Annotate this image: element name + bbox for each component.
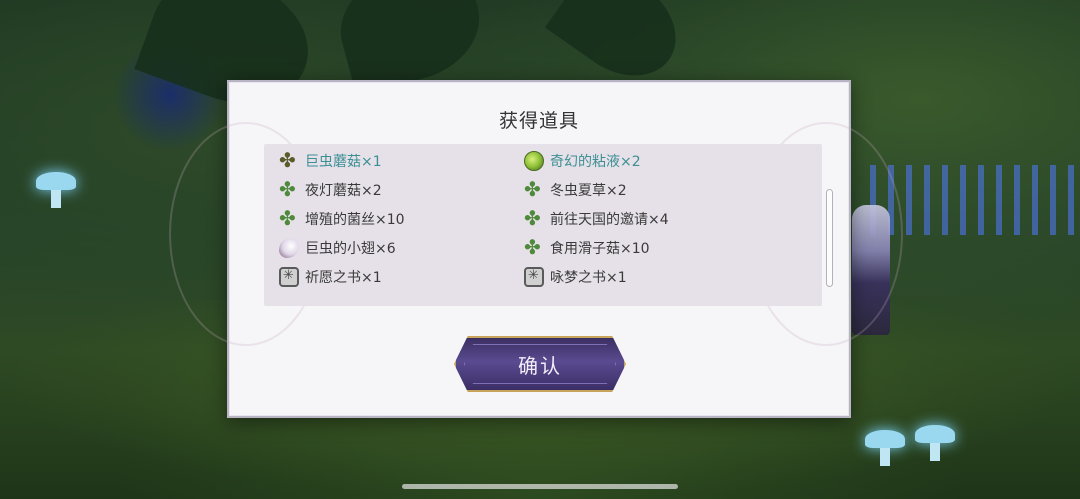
item-label: 巨虫蘑菇×1 — [305, 154, 382, 170]
clover-icon — [279, 177, 299, 201]
reward-item: 前往天国的邀请×4 — [524, 206, 669, 230]
glowing-mushroom — [915, 425, 955, 461]
reward-item: 巨虫蘑菇×1 — [279, 148, 382, 172]
glowing-mushroom — [36, 172, 76, 208]
slime-icon — [524, 151, 544, 171]
dialog-title: 获得道具 — [498, 110, 579, 132]
reward-item: 食用滑子菇×10 — [524, 235, 650, 259]
item-label: 冬虫夏草×2 — [550, 183, 627, 199]
clover-icon — [279, 206, 299, 230]
item-label: 奇幻的粘液×2 — [550, 154, 641, 170]
confirm-button-label: 确认 — [518, 353, 562, 378]
book-icon — [279, 267, 299, 287]
reward-item: 奇幻的粘液×2 — [524, 150, 641, 172]
reward-item: 咏梦之书×1 — [524, 266, 627, 288]
clover-icon — [524, 206, 544, 230]
clover-icon — [524, 177, 544, 201]
item-label: 夜灯蘑菇×2 — [305, 183, 382, 199]
clover-icon — [524, 235, 544, 259]
confirm-button[interactable]: 确认 — [454, 336, 626, 392]
item-label: 巨虫的小翅×6 — [305, 241, 396, 257]
reward-item: 夜灯蘑菇×2 — [279, 177, 382, 201]
reward-dialog: 获得道具 巨虫蘑菇×1 奇幻的粘液×2 夜灯蘑菇×2 冬虫夏草×2 增殖的菌丝×… — [169, 80, 903, 418]
item-label: 食用滑子菇×10 — [550, 241, 650, 257]
reward-item: 祈愿之书×1 — [279, 266, 382, 288]
item-list-panel[interactable]: 巨虫蘑菇×1 奇幻的粘液×2 夜灯蘑菇×2 冬虫夏草×2 增殖的菌丝×10 前往… — [264, 144, 833, 306]
reward-item: 冬虫夏草×2 — [524, 177, 627, 201]
item-list-scrollbar[interactable] — [826, 189, 833, 287]
reward-item: 巨虫的小翅×6 — [279, 237, 396, 259]
glowing-mushroom — [865, 430, 905, 466]
item-label: 咏梦之书×1 — [550, 270, 627, 286]
item-label: 增殖的菌丝×10 — [305, 212, 405, 228]
dark-clover-icon — [279, 148, 299, 172]
reward-item: 增殖的菌丝×10 — [279, 206, 405, 230]
item-label: 祈愿之书×1 — [305, 270, 382, 286]
home-indicator[interactable] — [402, 484, 678, 489]
item-label: 前往天国的邀请×4 — [550, 212, 669, 228]
wing-icon — [279, 238, 299, 258]
book-icon — [524, 267, 544, 287]
